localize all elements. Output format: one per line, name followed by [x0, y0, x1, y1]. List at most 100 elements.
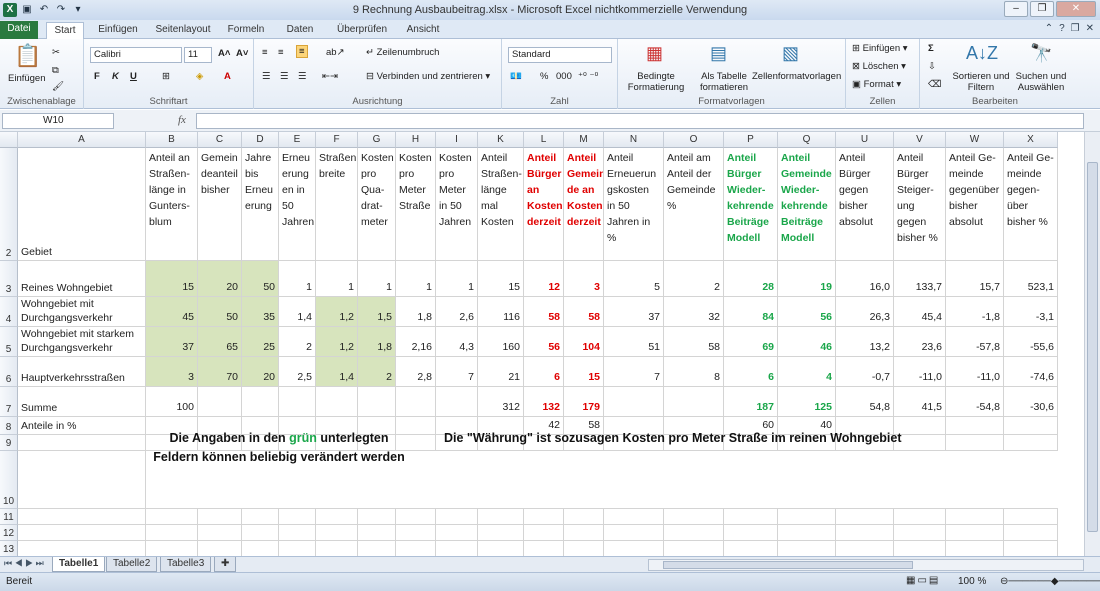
table-cell[interactable]: 54,8	[836, 387, 894, 417]
row-header-11[interactable]: 11	[0, 509, 18, 525]
header-f[interactable]: Straßen breite	[316, 148, 358, 261]
area-name[interactable]: Wohngebiet mit Durchgangsverkehr	[18, 297, 146, 327]
cell[interactable]	[1004, 525, 1058, 541]
cell[interactable]	[146, 509, 198, 525]
cell-styles-icon[interactable]: ▧	[782, 43, 799, 64]
table-cell[interactable]: 50	[198, 297, 242, 327]
wrap-text-button[interactable]: ↵ Zeilenumbruch	[366, 47, 439, 58]
table-cell[interactable]: 2,16	[396, 327, 436, 357]
copy-icon[interactable]: ⧉	[52, 65, 59, 76]
format-cells-button[interactable]: ▣ Format ▾	[852, 79, 901, 90]
cell[interactable]	[836, 525, 894, 541]
currency-icon[interactable]: 💶	[510, 71, 522, 82]
table-cell[interactable]: 2,5	[279, 357, 316, 387]
table-cell[interactable]: 13,2	[836, 327, 894, 357]
table-cell[interactable]: -57,8	[946, 327, 1004, 357]
table-cell[interactable]: 1,2	[316, 297, 358, 327]
cell[interactable]	[358, 541, 396, 556]
table-cell[interactable]: 45,4	[894, 297, 946, 327]
table-cell[interactable]: 312	[478, 387, 524, 417]
cell[interactable]	[198, 509, 242, 525]
table-cell[interactable]: 19	[778, 261, 836, 297]
table-cell[interactable]: 132	[524, 387, 564, 417]
conditional-formatting-icon[interactable]: ▦	[646, 43, 663, 64]
cell[interactable]	[18, 509, 146, 525]
cell[interactable]	[1004, 509, 1058, 525]
align-right-icon[interactable]: ☰	[298, 71, 307, 82]
cell[interactable]	[836, 541, 894, 556]
cell[interactable]	[604, 387, 664, 417]
column-header-k[interactable]: K	[478, 132, 524, 148]
autosum-button[interactable]: Σ	[928, 43, 934, 54]
cell[interactable]	[279, 509, 316, 525]
new-sheet-icon[interactable]: ✚	[214, 557, 237, 572]
cell[interactable]	[396, 525, 436, 541]
cell[interactable]	[1004, 435, 1058, 451]
header-b[interactable]: Anteil an Straßen-länge in Gunters-blum	[146, 148, 198, 261]
sheet-tab-tabelle1[interactable]: Tabelle1	[52, 557, 106, 572]
sheet-tab-tabelle3[interactable]: Tabelle3	[160, 557, 212, 572]
tab-daten[interactable]: Daten	[278, 22, 322, 39]
cell[interactable]	[18, 541, 146, 556]
delete-cells-button[interactable]: ⊠ Löschen ▾	[852, 61, 906, 72]
row-header-8[interactable]: 8	[0, 417, 18, 435]
cell[interactable]	[778, 541, 836, 556]
table-cell[interactable]: 2	[358, 357, 396, 387]
cell[interactable]	[18, 525, 146, 541]
cell[interactable]	[316, 525, 358, 541]
cell[interactable]	[778, 451, 836, 509]
cell[interactable]	[18, 435, 146, 451]
cell[interactable]	[316, 541, 358, 556]
table-cell[interactable]: 56	[778, 297, 836, 327]
share-row-label[interactable]: Anteile in %	[18, 417, 146, 435]
table-cell[interactable]: 523,1	[1004, 261, 1058, 297]
table-cell[interactable]: 84	[724, 297, 778, 327]
redo-icon[interactable]: ↷	[54, 3, 68, 17]
cell[interactable]	[604, 541, 664, 556]
header-d[interactable]: Jahre bis Erneu erung	[242, 148, 279, 261]
column-header-g[interactable]: G	[358, 132, 396, 148]
cell[interactable]	[1004, 451, 1058, 509]
column-header-o[interactable]: O	[664, 132, 724, 148]
align-top-icon[interactable]: ≡	[262, 47, 268, 58]
sort-filter-button[interactable]: Sortieren und Filtern	[950, 71, 1012, 93]
sort-filter-icon[interactable]: A↓Z	[966, 43, 998, 64]
percent-button[interactable]: %	[540, 71, 548, 82]
merge-center-button[interactable]: ⊟ Verbinden und zentrieren ▾	[366, 71, 490, 82]
font-name-combo[interactable]: Calibri	[90, 47, 182, 63]
table-cell[interactable]: 6	[524, 357, 564, 387]
cell[interactable]	[724, 509, 778, 525]
cell[interactable]	[242, 509, 279, 525]
table-cell[interactable]: 1	[358, 261, 396, 297]
table-cell[interactable]: 65	[198, 327, 242, 357]
column-header-i[interactable]: I	[436, 132, 478, 148]
cell[interactable]	[524, 451, 564, 509]
tab-seitenlayout[interactable]: Seitenlayout	[152, 22, 214, 39]
row-header-4[interactable]: 4	[0, 297, 18, 327]
table-cell[interactable]: 2	[279, 327, 316, 357]
cell[interactable]	[358, 387, 396, 417]
conditional-formatting-button[interactable]: Bedingte Formatierung	[622, 71, 690, 93]
cell[interactable]	[564, 509, 604, 525]
column-header-q[interactable]: Q	[778, 132, 836, 148]
table-cell[interactable]: 2,8	[396, 357, 436, 387]
table-cell[interactable]: -1,8	[946, 297, 1004, 327]
fill-icon[interactable]: ⇩	[928, 61, 936, 72]
cell[interactable]	[946, 435, 1004, 451]
shrink-font-icon[interactable]: A˅	[236, 48, 248, 59]
row-header-7[interactable]: 7	[0, 387, 18, 417]
cell[interactable]	[894, 541, 946, 556]
table-cell[interactable]: 35	[242, 297, 279, 327]
close-workbook-icon[interactable]: ✕	[1086, 23, 1094, 34]
cell[interactable]	[478, 509, 524, 525]
cell[interactable]	[524, 541, 564, 556]
align-middle-icon[interactable]: ≡	[278, 47, 284, 58]
header-a[interactable]: Gebiet	[18, 148, 146, 261]
cell[interactable]	[279, 525, 316, 541]
table-cell[interactable]: 1,4	[316, 357, 358, 387]
select-all-corner[interactable]	[0, 132, 18, 148]
cell[interactable]	[478, 451, 524, 509]
row-header-10[interactable]: 10	[0, 451, 18, 509]
column-header-w[interactable]: W	[946, 132, 1004, 148]
cell[interactable]	[18, 451, 146, 509]
